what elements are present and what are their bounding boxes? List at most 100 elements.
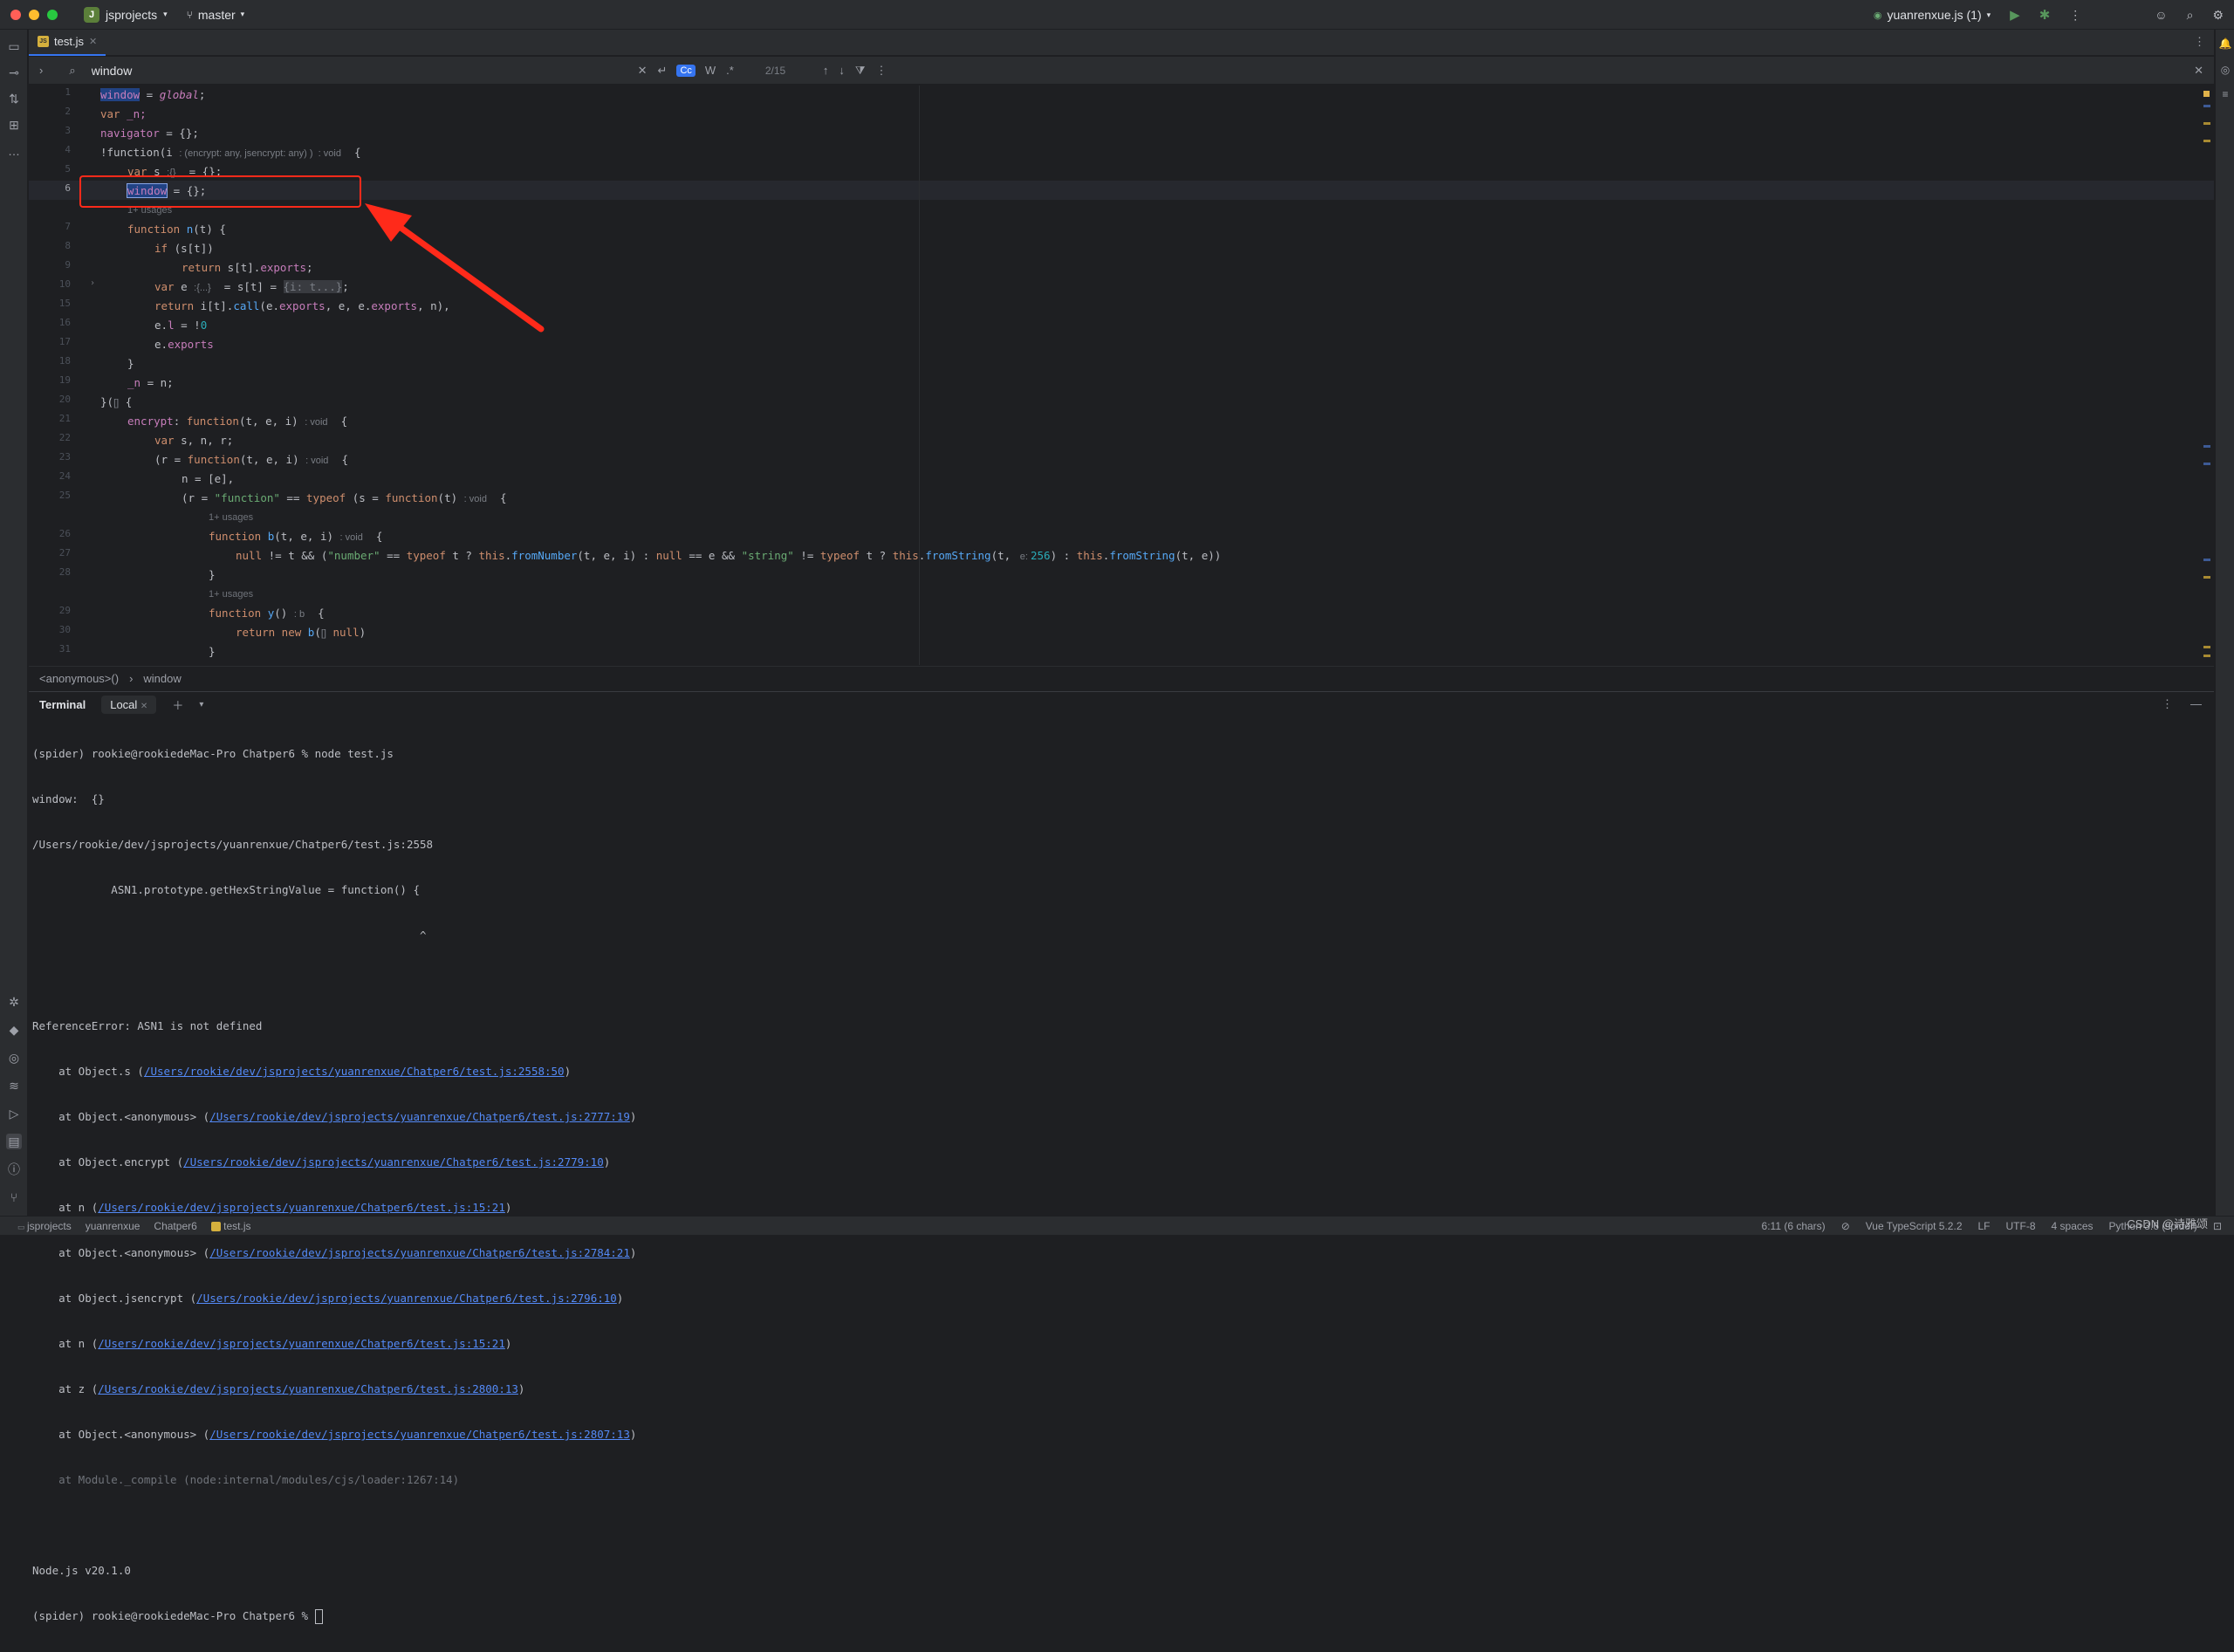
breadcrumb-item[interactable]: <anonymous>() — [39, 672, 119, 685]
notifications-icon[interactable]: 🔔 — [2218, 37, 2232, 51]
error-stripe[interactable] — [2202, 87, 2212, 663]
terminal-output[interactable]: (spider) rookie@rookiedeMac-Pro Chatper6… — [32, 718, 2214, 1216]
line-separator[interactable]: LF — [1978, 1220, 1991, 1232]
filter-icon[interactable]: ⧩ — [850, 64, 871, 78]
chevron-down-icon[interactable]: ▾ — [199, 700, 203, 709]
code-line: (r = function(t, e, i) : void { — [154, 450, 348, 470]
file-link[interactable]: /Users/rookie/dev/jsprojects/yuanrenxue/… — [98, 1201, 505, 1214]
code-token: } — [209, 645, 216, 658]
project-selector[interactable]: J jsprojects ▾ — [84, 7, 168, 23]
structure-icon[interactable]: ⊞ — [6, 117, 22, 133]
file-link[interactable]: /Users/rookie/dev/jsprojects/yuanrenxue/… — [98, 1337, 505, 1350]
find-input[interactable] — [92, 64, 633, 78]
debug-tool-icon[interactable]: ✲ — [6, 994, 22, 1010]
usages-hint[interactable]: 1+ usages — [209, 589, 253, 600]
zoom-window-button[interactable] — [47, 10, 58, 20]
file-link[interactable]: /Users/rookie/dev/jsprojects/yuanrenxue/… — [209, 1428, 630, 1441]
git-icon[interactable]: ⑂ — [6, 1189, 22, 1205]
fold-chevron-icon[interactable]: › — [90, 278, 95, 288]
branch-selector[interactable]: ⑂ master ▾ — [187, 8, 245, 22]
run-config-selector[interactable]: ◉ yuanrenxue.js (1) ▾ — [1874, 8, 1991, 22]
previous-occurrence-icon[interactable]: ↑ — [818, 64, 834, 77]
project-folder-icon[interactable]: ▭ — [6, 38, 22, 54]
stack-frame-text: ) — [630, 1110, 637, 1123]
project-badge: J — [84, 7, 99, 23]
terminal-icon[interactable]: ▤ — [6, 1134, 22, 1149]
commit-icon[interactable]: ⊸ — [6, 65, 22, 80]
file-link[interactable]: /Users/rookie/dev/jsprojects/yuanrenxue/… — [196, 1292, 617, 1305]
file-link[interactable]: /Users/rookie/dev/jsprojects/yuanrenxue/… — [209, 1110, 630, 1123]
terminal-line — [32, 1516, 2214, 1535]
breadcrumb-item[interactable]: window — [143, 672, 181, 685]
more-options-icon[interactable]: ⋮ — [2162, 697, 2173, 711]
chevron-down-icon: ▾ — [163, 10, 168, 19]
regex-toggle[interactable]: .* — [721, 64, 739, 77]
status-crumb[interactable]: Chatper6 — [154, 1220, 196, 1232]
ai-assistant-icon[interactable]: ◎ — [2218, 63, 2232, 77]
folded-code[interactable]: {i: t...} — [284, 280, 343, 293]
code-area[interactable]: window = global; var _n; navigator = {};… — [100, 86, 2214, 665]
more-options-icon[interactable]: ⋮ — [870, 64, 892, 78]
tab-test-js[interactable]: JS test.js ✕ — [29, 30, 106, 56]
close-tab-icon[interactable]: ✕ — [89, 36, 97, 47]
more-tools-icon[interactable]: … — [6, 143, 22, 159]
terminal-line: (spider) rookie@rookiedeMac-Pro Chatper6… — [32, 744, 2214, 764]
indent-setting[interactable]: 4 spaces — [2052, 1220, 2094, 1232]
line-number: 6 — [36, 182, 71, 194]
python-packages-icon[interactable]: ◆ — [6, 1022, 22, 1038]
problems-icon[interactable]: ⓘ — [6, 1162, 22, 1177]
line-number: 25 — [36, 490, 71, 501]
more-actions-icon[interactable]: ⋮ — [2069, 8, 2081, 23]
line-number: 17 — [36, 336, 71, 347]
usages-hint[interactable]: 1+ usages — [209, 512, 253, 523]
inspection-icon[interactable]: ⊘ — [1841, 1220, 1850, 1232]
whole-words-toggle[interactable]: W — [700, 64, 721, 77]
expand-replace-icon[interactable]: › — [34, 64, 48, 77]
new-tab-icon[interactable]: ＋ — [172, 696, 183, 713]
code-token: (t, e, i) — [274, 530, 339, 543]
language-service[interactable]: Vue TypeScript 5.2.2 — [1866, 1220, 1963, 1232]
code-editor[interactable]: 1 2 3 4 5 6 7 8 9 10 15 16 17 18 19 20 2… — [29, 86, 2214, 665]
close-window-button[interactable] — [10, 10, 21, 20]
file-link[interactable]: /Users/rookie/dev/jsprojects/yuanrenxue/… — [98, 1382, 518, 1395]
layers-icon[interactable]: ≋ — [6, 1078, 22, 1093]
stack-frame-line: at Object.s (/Users/rookie/dev/jsproject… — [32, 1062, 2214, 1081]
close-tab-icon[interactable]: ✕ — [140, 702, 147, 711]
code-token: { — [119, 395, 132, 408]
clear-search-icon[interactable]: ✕ — [633, 64, 653, 78]
new-line-icon[interactable]: ↵ — [653, 64, 673, 78]
run-icon[interactable]: ▶ — [2010, 7, 2020, 23]
services-icon[interactable]: ▷ — [6, 1106, 22, 1121]
search-everywhere-icon[interactable]: ⌕ — [2187, 8, 2194, 23]
status-crumb[interactable]: test.js — [211, 1220, 251, 1232]
stack-frame-line: at Object.encrypt (/Users/rookie/dev/jsp… — [32, 1153, 2214, 1172]
debug-icon[interactable]: ✱ — [2039, 7, 2051, 23]
project-name: jsprojects — [106, 8, 157, 22]
tab-local[interactable]: Local ✕ — [101, 696, 156, 714]
code-line: !function(i : (encrypt: any, jsencrypt: … — [100, 143, 361, 162]
database-icon[interactable]: ≡ — [2218, 87, 2232, 101]
terminal-cursor[interactable] — [315, 1609, 323, 1624]
lock-icon[interactable]: ⊡ — [2213, 1220, 2222, 1232]
status-crumb[interactable]: ▭ jsprojects — [17, 1220, 72, 1232]
file-link[interactable]: /Users/rookie/dev/jsprojects/yuanrenxue/… — [144, 1065, 565, 1078]
pull-requests-icon[interactable]: ⇅ — [6, 91, 22, 106]
settings-gear-icon[interactable]: ⚙ — [2212, 8, 2224, 23]
close-find-bar-icon[interactable]: ✕ — [2189, 64, 2209, 78]
match-case-toggle[interactable]: Cc — [676, 65, 695, 77]
crumb-label: test.js — [223, 1220, 250, 1232]
file-encoding[interactable]: UTF-8 — [2006, 1220, 2036, 1232]
status-crumb[interactable]: yuanrenxue — [86, 1220, 140, 1232]
caret-position[interactable]: 6:11 (6 chars) — [1762, 1220, 1826, 1232]
file-link[interactable]: /Users/rookie/dev/jsprojects/yuanrenxue/… — [209, 1246, 630, 1259]
code-token: _n; — [120, 107, 147, 120]
account-icon[interactable]: ☺ — [2155, 8, 2167, 22]
python-console-icon[interactable]: ◎ — [6, 1050, 22, 1066]
terminal-line: Node.js v20.1.0 — [32, 1561, 2214, 1580]
tab-options-icon[interactable]: ⋮ — [2194, 35, 2205, 49]
hide-panel-icon[interactable]: — — [2190, 697, 2202, 711]
stack-frame-text: at Object.encrypt ( — [32, 1155, 183, 1169]
file-link[interactable]: /Users/rookie/dev/jsprojects/yuanrenxue/… — [183, 1155, 604, 1169]
next-occurrence-icon[interactable]: ↓ — [833, 64, 850, 77]
minimize-window-button[interactable] — [29, 10, 39, 20]
